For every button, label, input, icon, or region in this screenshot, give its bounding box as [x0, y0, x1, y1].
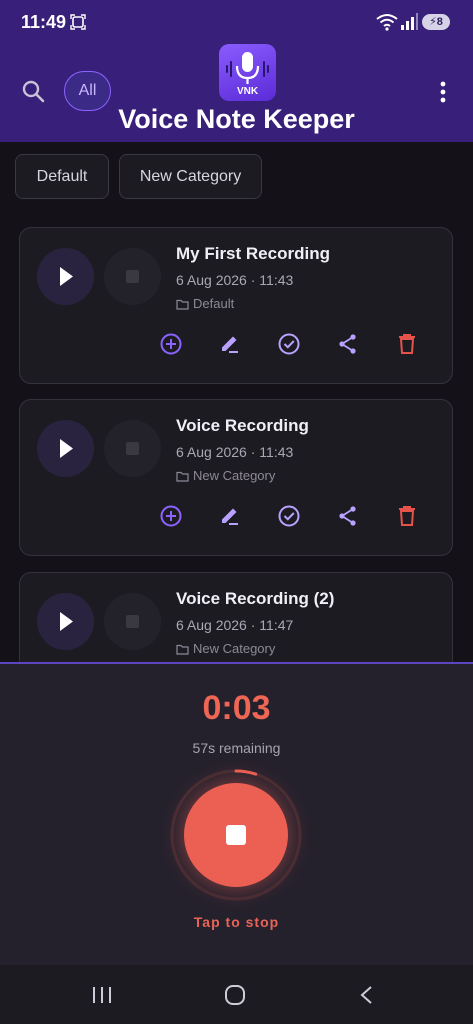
recording-date: 6 Aug 2026 · 11:43	[176, 272, 294, 288]
recording-elapsed-time: 0:03	[202, 689, 271, 727]
more-vert-icon[interactable]	[437, 80, 449, 104]
back-icon[interactable]	[355, 984, 379, 1006]
stop-playback-button[interactable]	[104, 248, 161, 305]
screen-cast-icon	[70, 14, 86, 30]
recording-date: 6 Aug 2026 · 11:43	[176, 444, 294, 460]
system-nav-bar	[0, 965, 473, 1024]
search-icon[interactable]	[20, 78, 46, 104]
logo-text: VNK	[236, 86, 259, 97]
folder-icon	[176, 299, 189, 310]
stop-icon	[226, 825, 246, 845]
battery-level: 8	[436, 16, 443, 28]
add-circle-icon[interactable]	[158, 331, 184, 357]
recent-apps-icon[interactable]	[90, 984, 114, 1006]
battery-indicator: ⚡8	[422, 14, 450, 30]
status-time: 11:49	[21, 12, 67, 32]
app-title: Voice Note Keeper	[118, 104, 355, 134]
recording-category-label: New Category	[193, 641, 276, 656]
stop-playback-button[interactable]	[104, 420, 161, 477]
category-chip-default[interactable]: Default	[15, 154, 109, 199]
delete-icon[interactable]	[394, 503, 420, 529]
home-icon[interactable]	[223, 984, 247, 1006]
wifi-icon	[376, 14, 398, 31]
add-circle-icon[interactable]	[158, 503, 184, 529]
play-button[interactable]	[37, 593, 94, 650]
folder-icon	[176, 644, 189, 655]
stop-playback-button[interactable]	[104, 593, 161, 650]
recording-title: Voice Recording (2)	[176, 589, 335, 608]
app-logo: VNK	[219, 44, 276, 101]
recorder-panel: 0:03 57s remaining Tap to stop	[0, 662, 473, 965]
play-icon	[60, 267, 73, 286]
edit-icon[interactable]	[217, 331, 243, 357]
stop-icon	[126, 270, 139, 283]
delete-icon[interactable]	[394, 331, 420, 357]
stop-icon	[126, 615, 139, 628]
play-button[interactable]	[37, 248, 94, 305]
stop-recording-button[interactable]	[184, 783, 288, 887]
tap-to-stop-hint: Tap to stop	[193, 914, 280, 930]
category-chip-new-category[interactable]: New Category	[119, 154, 262, 199]
recording-date: 6 Aug 2026 · 11:47	[176, 617, 294, 633]
recording-remaining-time: 57s remaining	[192, 740, 281, 756]
play-icon	[60, 439, 73, 458]
recording-card: Voice Recording 6 Aug 2026 · 11:43 New C…	[19, 399, 453, 556]
status-bar: 11:49 ⚡8	[0, 0, 473, 46]
check-circle-icon[interactable]	[276, 503, 302, 529]
recording-category: New Category	[176, 641, 275, 656]
check-circle-icon[interactable]	[276, 331, 302, 357]
recording-category: Default	[176, 296, 234, 311]
recording-title: My First Recording	[176, 244, 330, 263]
share-icon[interactable]	[335, 331, 361, 357]
stop-icon	[126, 442, 139, 455]
play-icon	[60, 612, 73, 631]
play-button[interactable]	[37, 420, 94, 477]
folder-icon	[176, 471, 189, 482]
recording-category-label: Default	[193, 296, 235, 311]
recording-category-label: New Category	[193, 468, 276, 483]
edit-icon[interactable]	[217, 503, 243, 529]
app-header: 11:49 ⚡8 All VNK Voice Note Keeper	[0, 0, 473, 142]
recording-card: My First Recording 6 Aug 2026 · 11:43 De…	[19, 227, 453, 384]
share-icon[interactable]	[335, 503, 361, 529]
recording-title: Voice Recording	[176, 416, 309, 435]
microphone-icon	[226, 52, 269, 84]
signal-icon	[401, 13, 418, 30]
recording-category: New Category	[176, 468, 275, 483]
